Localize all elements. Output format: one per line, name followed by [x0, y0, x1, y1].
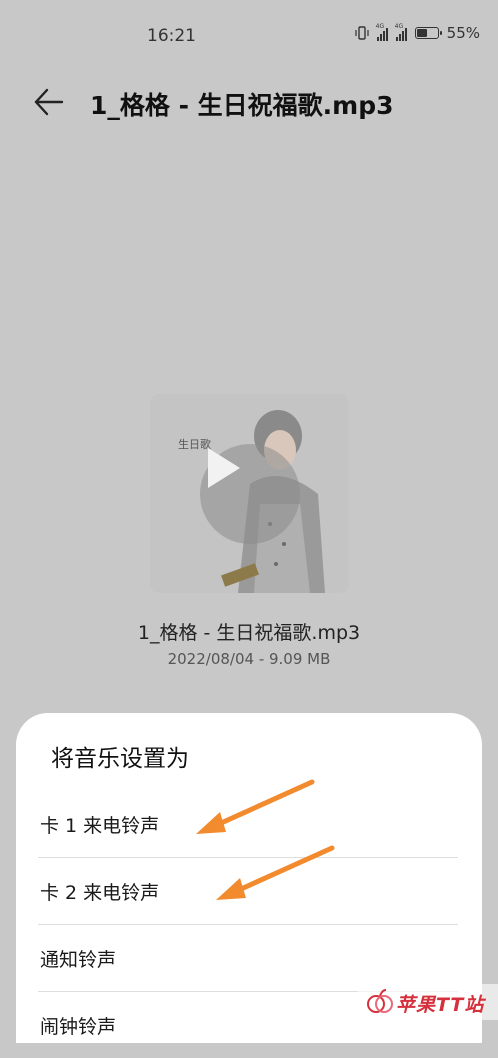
status-time: 16:21: [147, 26, 196, 46]
battery-fill: [416, 29, 427, 37]
battery-icon: [414, 27, 442, 39]
vibrate-icon: [355, 25, 369, 41]
signal-1-label: 4G: [375, 23, 385, 30]
signal-2-icon: 4G: [394, 23, 407, 41]
arrow-left-icon: [34, 88, 64, 116]
signal-2-label: 4G: [394, 23, 404, 30]
option-sim2-ringtone[interactable]: 卡 2 来电铃声: [38, 858, 458, 924]
option-sim1-ringtone[interactable]: 卡 1 来电铃声: [38, 791, 458, 857]
signal-1-icon: 4G: [375, 23, 388, 41]
album-cover[interactable]: 生日歌: [150, 394, 349, 593]
status-icons: 4G 4G 55%: [355, 23, 480, 42]
play-button[interactable]: [200, 444, 300, 544]
battery-percent: 55%: [446, 24, 480, 42]
page-title: 1_格格 - 生日祝福歌.mp3: [90, 91, 394, 120]
status-bar: 16:21 4G 4G 55%: [0, 0, 498, 72]
header: 1_格格 - 生日祝福歌.mp3: [0, 76, 498, 126]
sheet-title: 将音乐设置为: [51, 746, 189, 772]
file-name: 1_格格 - 生日祝福歌.mp3: [137, 622, 361, 644]
option-notification-tone[interactable]: 通知铃声: [38, 925, 458, 991]
option-label: 闹钟铃声: [40, 1015, 117, 1038]
back-button[interactable]: [30, 82, 70, 122]
option-label: 通知铃声: [40, 948, 117, 971]
option-label: 卡 2 来电铃声: [40, 881, 160, 904]
watermark-logo-icon: [367, 989, 393, 1013]
option-label: 卡 1 来电铃声: [40, 814, 160, 837]
play-icon: [208, 448, 240, 488]
file-meta: 2022/08/04 - 9.09 MB: [167, 650, 331, 668]
watermark: 苹果TT站: [358, 984, 498, 1020]
watermark-text: 苹果TT站: [396, 994, 485, 1016]
